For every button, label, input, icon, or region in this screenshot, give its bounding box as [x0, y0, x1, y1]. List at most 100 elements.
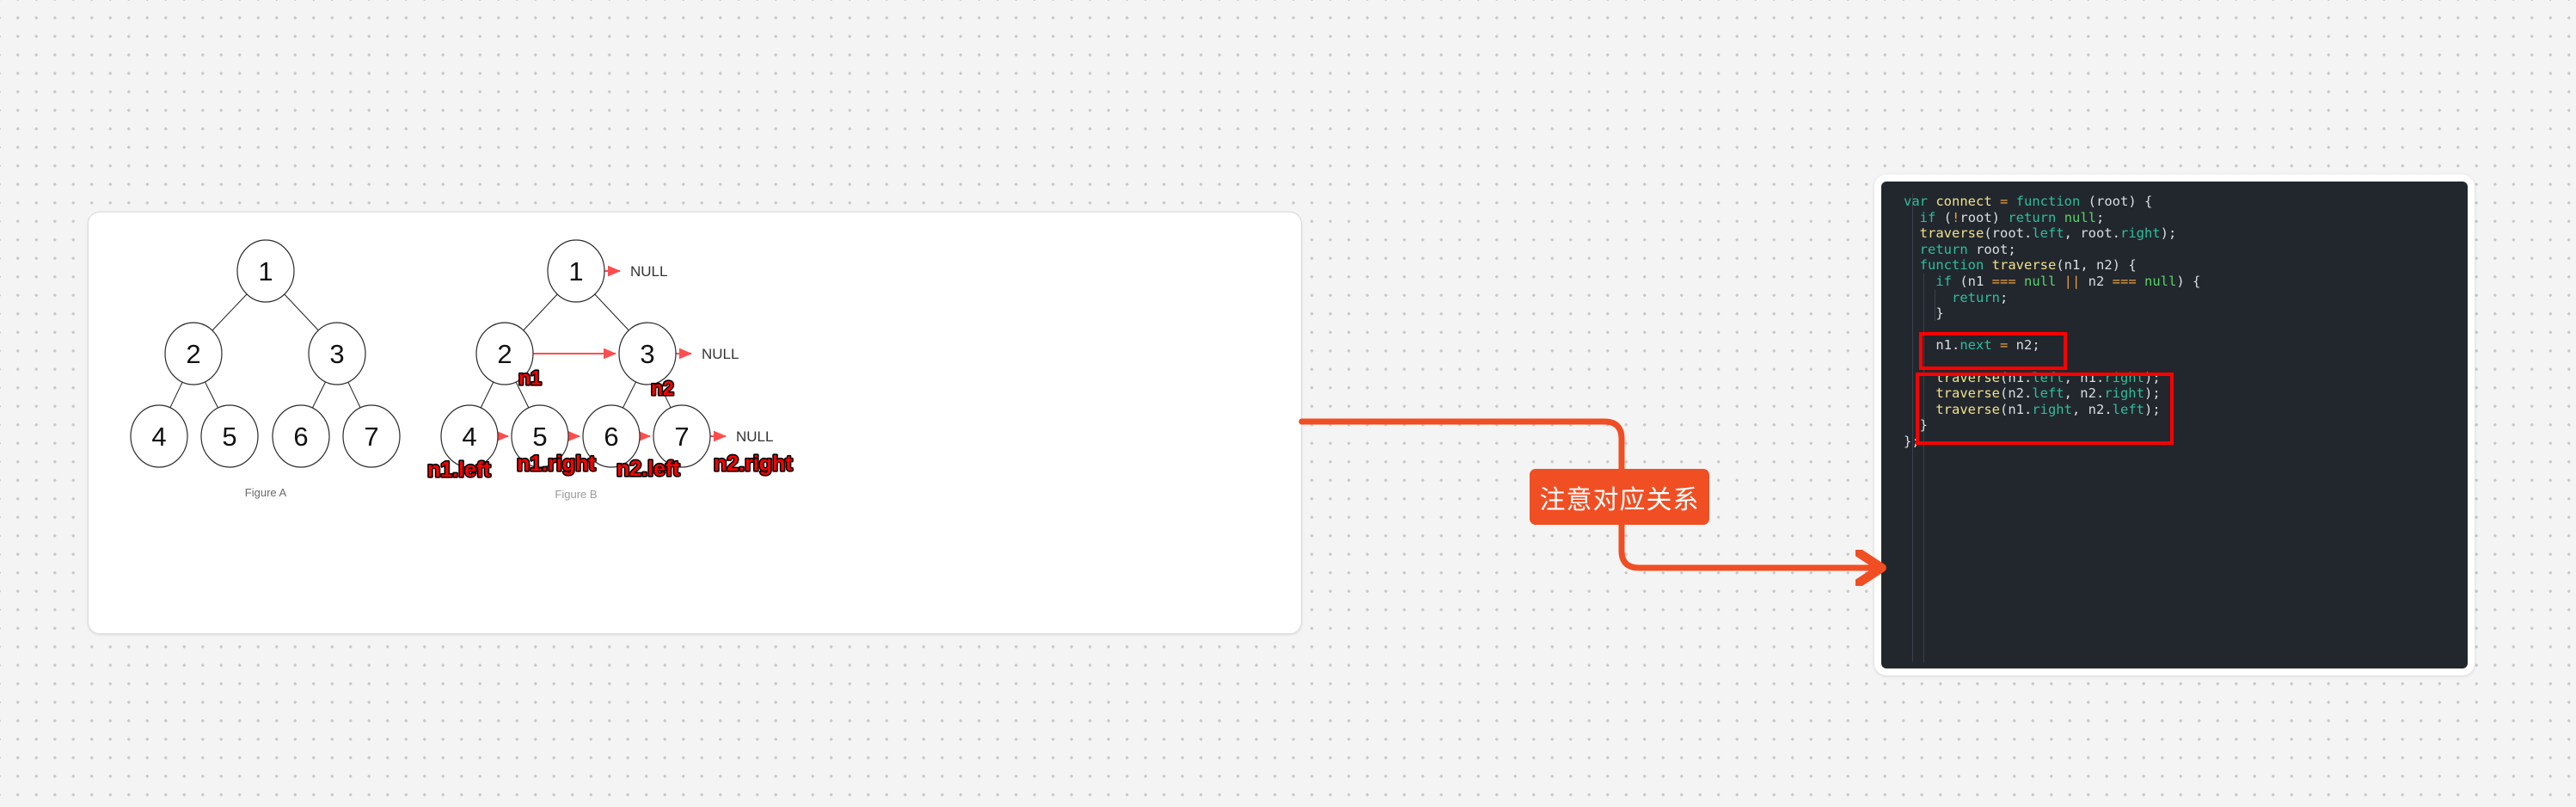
code-token: if — [1919, 209, 1944, 225]
tree-node-label: 1 — [258, 256, 273, 286]
code-token: return — [1952, 289, 2000, 305]
tree-node-label: 5 — [532, 422, 547, 452]
code-token: ! — [1952, 209, 1960, 225]
red-annotation-label: n2.right — [714, 452, 793, 476]
code-token: left — [2112, 401, 2144, 417]
code-token: traverse — [1919, 225, 1984, 242]
code-line: traverse(root.left, root.right); — [1881, 225, 2468, 242]
code-token: (n1. — [1999, 401, 2033, 417]
code-token: var — [1904, 194, 1936, 209]
null-label: NULL — [702, 346, 739, 362]
code-token: (n2. — [1999, 385, 2033, 402]
tree-diagram-svg: 1 2 3 4 5 6 7 1 2 3 4 5 6 7 NULL NULL NULL n1 n2 n1.left n… — [130, 239, 794, 501]
code-token: } — [1904, 417, 1928, 434]
code-token: left — [2032, 369, 2064, 385]
code-token: traverse — [1935, 401, 2000, 417]
code-token: ); — [2160, 225, 2177, 242]
code-line: }; — [1881, 434, 2468, 450]
code-snippet-panel: var connect = function (root) { if (!roo… — [1874, 175, 2475, 675]
code-token: n1. — [1904, 337, 1960, 354]
code-token: root) — [1960, 209, 2009, 225]
code-token: (n1 — [1960, 273, 1992, 289]
tree-nodes: 1 2 3 4 5 6 7 1 2 3 4 5 6 7 — [130, 239, 711, 468]
code-token: ); — [2144, 369, 2161, 385]
code-line: return root; — [1881, 242, 2468, 258]
tree-node-label: 7 — [674, 422, 689, 452]
tree-edges — [169, 292, 672, 410]
tree-node-label: 1 — [568, 256, 583, 286]
code-token: traverse — [1935, 385, 2000, 402]
code-token: (n1, n2) { — [2056, 257, 2137, 274]
tree-edge — [592, 292, 631, 333]
note-badge-label: 注意对应关系 — [1539, 484, 1700, 515]
tree-edge — [621, 379, 638, 410]
tree-edge — [203, 379, 220, 410]
code-editor-area[interactable]: var connect = function (root) { if (!roo… — [1881, 182, 2468, 668]
tree-node-label: 3 — [640, 339, 654, 369]
code-token: right — [2104, 385, 2144, 402]
code-line: if (n1 === null || n2 === null) { — [1881, 274, 2468, 290]
tree-node-label: 5 — [222, 422, 236, 452]
code-line: } — [1881, 417, 2468, 434]
code-token: traverse — [1935, 369, 2000, 385]
code-token: function — [2015, 194, 2088, 209]
code-token: ; — [2096, 209, 2105, 225]
connector-upper-segment — [1298, 418, 1625, 475]
code-token: (n1. — [1999, 369, 2033, 385]
code-token: , n2. — [2064, 385, 2105, 402]
code-line: if (!root) return null; — [1881, 210, 2468, 226]
figure-a-caption: Figure A — [245, 486, 287, 499]
tree-edge — [282, 292, 321, 333]
code-token: n2; — [2015, 337, 2040, 354]
tree-node-label: 7 — [364, 422, 378, 452]
code-token: right — [2032, 401, 2072, 417]
red-annotation-label: n1.left — [427, 458, 491, 482]
tree-edge — [521, 292, 560, 333]
code-lines: var connect = function (root) { if (!roo… — [1881, 194, 2468, 450]
code-token: function — [1919, 257, 1992, 274]
code-token: ; — [2000, 289, 2009, 305]
tree-edge — [310, 379, 328, 410]
code-token: right — [2119, 225, 2161, 242]
code-token: , n1. — [2064, 369, 2105, 385]
code-token: return — [2008, 209, 2064, 225]
tree-edge — [210, 292, 249, 333]
code-token: ( — [1943, 209, 1953, 225]
tree-edge — [169, 379, 184, 410]
red-annotation-label: n2 — [651, 377, 674, 399]
code-token: n2 — [2088, 273, 2113, 289]
code-line: } — [1881, 305, 2468, 322]
null-label: NULL — [630, 263, 667, 280]
code-token: }; — [1904, 433, 1920, 449]
code-token: = — [2000, 337, 2016, 354]
code-token: (root. — [1984, 225, 2033, 242]
code-token: (root) { — [2088, 194, 2153, 209]
red-annotation-label: n1 — [518, 367, 542, 389]
code-token: connect — [1935, 194, 2000, 209]
null-label: NULL — [736, 428, 773, 445]
red-annotation-label: n2.left — [616, 457, 680, 481]
code-line: function traverse(n1, n2) { — [1881, 257, 2468, 274]
code-token: null — [2144, 273, 2177, 289]
code-token: right — [2104, 369, 2144, 385]
code-token: if — [1935, 273, 1960, 289]
code-line: traverse(n2.left, n2.right); — [1881, 385, 2468, 402]
code-token: === — [1991, 273, 2024, 289]
code-token: , n2. — [2071, 401, 2113, 417]
code-line: var connect = function (root) { — [1881, 194, 2468, 210]
code-token: ); — [2144, 385, 2161, 402]
code-token: next — [1960, 337, 2000, 354]
tree-node-label: 2 — [497, 339, 512, 369]
code-token: , root. — [2064, 225, 2120, 242]
tree-node-label: 4 — [151, 422, 166, 452]
tree-node-label: 6 — [604, 422, 618, 452]
note-badge: 注意对应关系 — [1530, 469, 1709, 525]
